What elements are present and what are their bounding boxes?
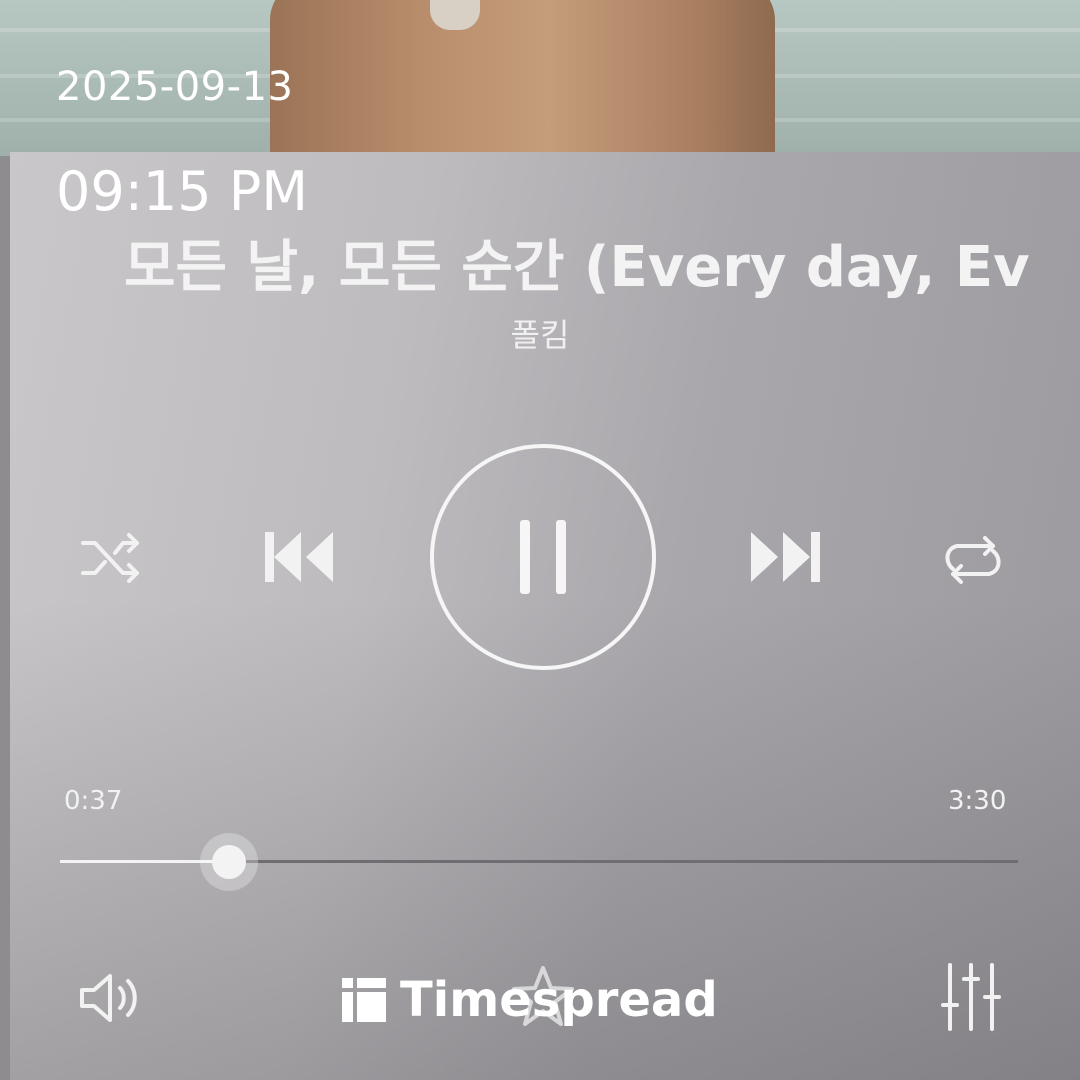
shuffle-icon [81,533,139,583]
play-pause-button[interactable] [428,442,658,672]
volume-button[interactable] [76,968,146,1028]
total-time: 3:30 [948,786,1007,816]
overlay-time: 09:15 PM [56,160,308,223]
overlay-date: 2025-09-13 [56,64,294,110]
equalizer-button[interactable] [936,958,1006,1036]
watermark-text: Timespread [400,972,718,1028]
volume-icon [80,974,137,1022]
timespread-logo-icon [342,978,386,1022]
equalizer-icon [941,963,1001,1031]
skip-next-icon [751,532,820,582]
previous-button[interactable] [258,526,342,588]
next-button[interactable] [744,526,828,588]
progress-thumb[interactable] [211,845,246,879]
repeat-icon [945,536,1001,584]
song-title: 모든 날, 모든 순간 (Every day, Eve [124,235,1030,300]
pause-icon [430,444,656,670]
artist-name[interactable]: 폴킴 [0,310,1080,356]
skip-previous-icon [265,532,333,582]
timespread-watermark: Timespread [340,972,718,1028]
shuffle-button[interactable] [76,524,146,590]
repeat-button[interactable] [936,526,1010,592]
current-time: 0:37 [64,786,123,816]
